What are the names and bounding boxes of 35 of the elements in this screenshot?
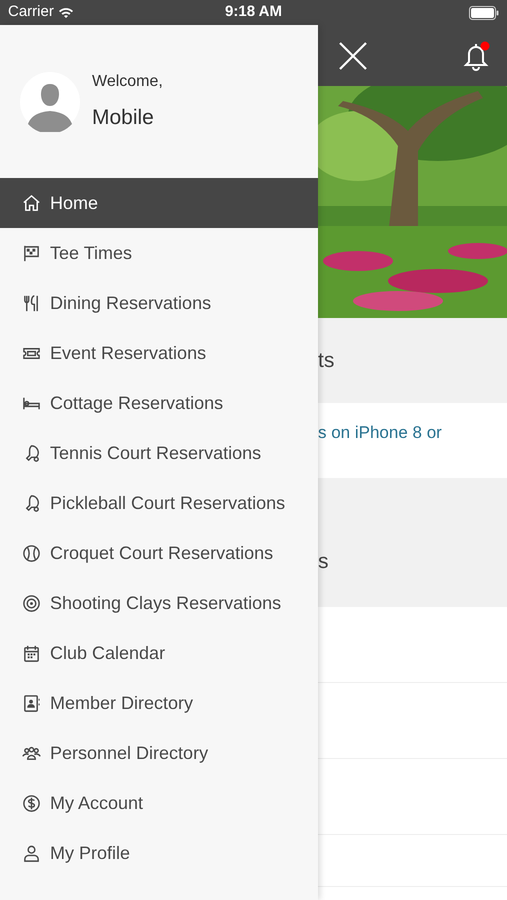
notification-bell-icon[interactable]	[461, 40, 491, 70]
wifi-icon	[58, 6, 74, 18]
menu-item[interactable]: Personnel Directory	[0, 728, 318, 778]
welcome-label: Welcome,	[92, 72, 163, 92]
menu-item[interactable]: My Account	[0, 778, 318, 828]
ball-icon	[22, 544, 41, 562]
announcement-link[interactable]: s on iPhone 8 or	[318, 420, 442, 446]
section-heading: s	[318, 548, 328, 574]
menu-item[interactable]: My Profile	[0, 828, 318, 878]
menu-item[interactable]: Tennis Court Reservations	[0, 428, 318, 478]
menu-item[interactable]: Club Calendar	[0, 628, 318, 678]
menu-item[interactable]: Shooting Clays Reservations	[0, 578, 318, 628]
home-icon	[22, 194, 41, 212]
dollar-circle-icon	[22, 794, 41, 812]
section-heading: ts	[318, 348, 334, 374]
menu-item[interactable]: Croquet Court Reservations	[0, 528, 318, 578]
calendar-icon	[22, 644, 41, 662]
avatar-icon	[20, 72, 80, 132]
menu-item[interactable]: Dining Reservations	[0, 278, 318, 328]
fork-knife-icon	[22, 294, 41, 312]
battery-icon	[469, 6, 499, 20]
menu-item[interactable]: Tee Times	[0, 228, 318, 278]
menu-item[interactable]: Home	[0, 178, 318, 228]
flag-icon	[22, 244, 41, 262]
menu-item[interactable]: Event Reservations	[0, 328, 318, 378]
carrier-label: Carrier	[8, 2, 54, 22]
menu-item[interactable]: Member Directory	[0, 678, 318, 728]
contact-card-icon	[22, 694, 41, 712]
person-icon	[22, 844, 41, 862]
menu-item[interactable]: Cottage Reservations	[0, 378, 318, 428]
user-name: Mobile	[92, 104, 155, 131]
close-icon[interactable]	[338, 40, 368, 70]
menu-item[interactable]: Pickleball Court Reservations	[0, 478, 318, 528]
target-icon	[22, 594, 41, 612]
clock-time: 9:18 AM	[225, 2, 282, 22]
